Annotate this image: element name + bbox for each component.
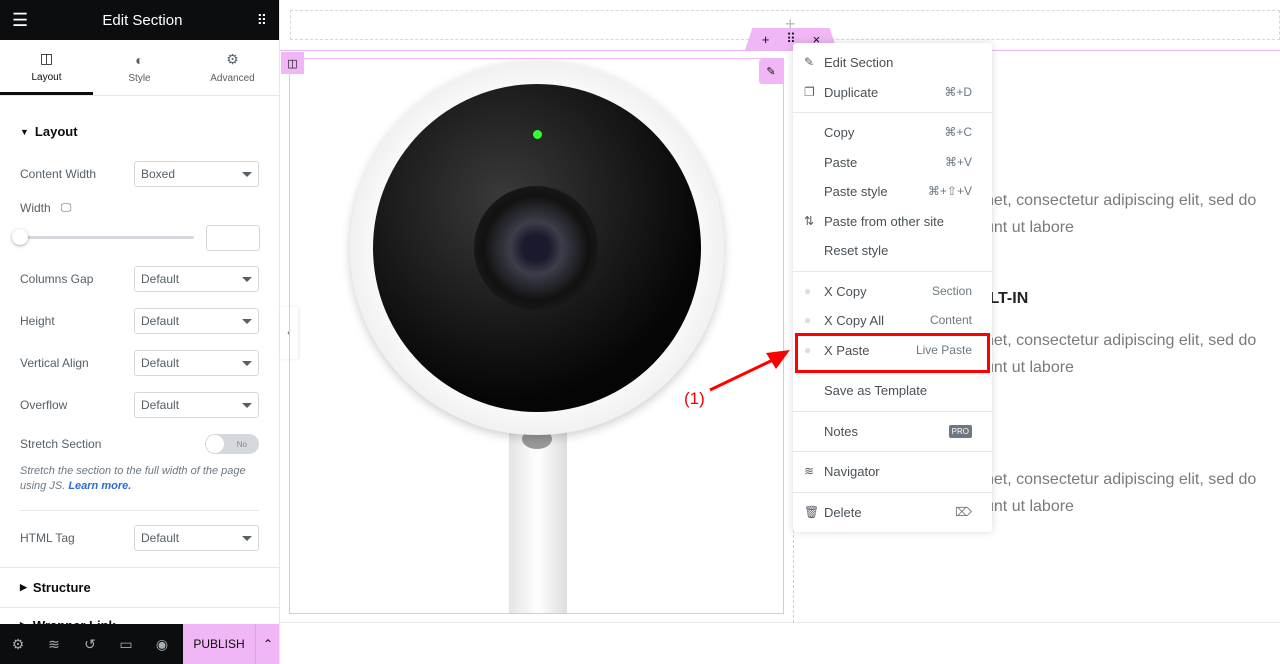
caret-right-icon: ▶ — [20, 582, 27, 592]
columns-gap-label: Columns Gap — [20, 272, 94, 286]
settings-icon[interactable]: ⚙ — [0, 636, 36, 653]
content-text: net, consectetur adipiscing elit, sed do… — [985, 192, 1257, 236]
camera-image — [290, 59, 783, 613]
menu-item-paste-style[interactable]: Paste style ⌘+⇧+V — [793, 178, 992, 204]
caret-down-icon — [242, 276, 252, 282]
menu-item-notes[interactable]: Notes PRO — [793, 418, 992, 444]
width-slider-handle[interactable] — [12, 229, 28, 245]
pencil-icon: ✎ — [804, 55, 815, 69]
caret-down-icon: ▼ — [20, 126, 29, 137]
delete-key-icon: ⌦ — [955, 505, 972, 519]
tab-label: Advanced — [210, 73, 255, 84]
tab-advanced[interactable]: ⚙ Advanced — [186, 40, 279, 95]
annotation-arrow — [709, 350, 790, 392]
html-tag-label: HTML Tag — [20, 531, 75, 545]
panel-header: ☰ Edit Section ⠿ — [0, 0, 279, 40]
select-value: Default — [141, 531, 180, 545]
vertical-align-label: Vertical Align — [20, 356, 89, 370]
height-select[interactable]: Default — [134, 308, 259, 334]
section-layout-toggle[interactable]: ▼ Layout — [0, 124, 98, 139]
caret-down-icon — [242, 535, 252, 541]
preview-eye-icon[interactable]: ◉ — [144, 636, 180, 653]
width-label: Width — [20, 201, 51, 215]
hamburger-menu-icon[interactable]: ☰ — [12, 10, 28, 31]
bottom-toolbar: ⚙ ≋ ↺ ▭ ◉ PUBLISH ⌃ — [0, 624, 279, 664]
vertical-align-select[interactable]: Default — [134, 350, 259, 376]
add-section-plus-icon[interactable]: + — [762, 32, 770, 47]
stretch-section-toggle[interactable]: No — [205, 434, 259, 454]
html-tag-select[interactable]: Default — [134, 525, 259, 551]
width-input[interactable] — [206, 225, 260, 251]
image-column[interactable] — [289, 58, 784, 614]
menu-item-reset-style[interactable]: Reset style — [793, 237, 992, 263]
section-structure-toggle[interactable]: ▶ Structure — [0, 580, 111, 595]
content-text: net, consectetur adipiscing elit, sed do… — [985, 332, 1257, 376]
content-text: net, consectetur adipiscing elit, sed do… — [985, 471, 1257, 515]
menu-item-paste-from-other-site[interactable]: ⇅ Paste from other site — [793, 208, 992, 234]
navigator-layers-icon[interactable]: ≋ — [36, 636, 72, 653]
column-handle-icon[interactable]: ◫ — [281, 52, 304, 74]
tab-label: Layout — [31, 71, 62, 83]
widgets-grid-icon[interactable]: ⠿ — [257, 12, 267, 29]
gear-icon: ⚙ — [226, 51, 239, 67]
tab-label: Style — [128, 72, 151, 84]
content-width-label: Content Width — [20, 167, 97, 181]
caret-down-icon — [242, 402, 252, 408]
caret-down-icon — [242, 360, 252, 366]
menu-item-paste[interactable]: Paste ⌘+V — [793, 149, 992, 175]
desktop-icon[interactable]: 🖵 — [61, 202, 72, 215]
toggle-label: No — [236, 439, 247, 449]
stretch-help-text: Stretch the section to the full width of… — [20, 464, 260, 494]
height-label: Height — [20, 314, 55, 328]
section-title: Layout — [34, 124, 78, 139]
panel-title: Edit Section — [102, 11, 183, 29]
stretch-section-label: Stretch Section — [20, 437, 102, 451]
menu-item-duplicate[interactable]: ❐ Duplicate ⌘+D — [793, 79, 992, 105]
menu-item-edit-section[interactable]: ✎ Edit Section — [793, 49, 992, 75]
tab-layout[interactable]: ◫ Layout — [0, 40, 93, 95]
columns-icon: ◫ — [39, 49, 54, 66]
responsive-mode-icon[interactable]: ▭ — [108, 636, 144, 653]
select-value: Default — [141, 272, 180, 286]
menu-item-navigator[interactable]: ≋ Navigator — [793, 458, 992, 484]
contrast-icon: ◐ — [135, 51, 144, 68]
pro-badge: PRO — [948, 424, 972, 438]
history-icon[interactable]: ↺ — [72, 636, 108, 653]
editor-panel: ☰ Edit Section ⠿ ◫ Layout ◐ Style ⚙ Advance… — [0, 0, 280, 664]
x-copy-logo-icon: ● — [804, 284, 812, 298]
overflow-label: Overflow — [20, 398, 68, 412]
x-copy-logo-icon: ● — [804, 313, 812, 327]
tab-style[interactable]: ◐ Style — [93, 40, 186, 95]
context-menu: ✎ Edit Section ❐ Duplicate ⌘+D Copy ⌘+C Past… — [793, 43, 992, 532]
menu-item-copy[interactable]: Copy ⌘+C — [793, 119, 992, 145]
edit-widget-pencil-icon[interactable]: ✎ — [759, 59, 783, 84]
publish-options-chevron-up-icon[interactable]: ⌃ — [255, 624, 279, 664]
annotation-label: (1) — [684, 389, 705, 408]
width-slider[interactable] — [20, 236, 194, 239]
caret-down-icon — [242, 318, 252, 324]
highlight-box — [795, 333, 990, 373]
duplicate-icon: ❐ — [804, 85, 815, 99]
overflow-select[interactable]: Default — [134, 392, 259, 418]
publish-button[interactable]: PUBLISH — [183, 624, 255, 664]
menu-item-x-copy[interactable]: ● X Copy Section — [793, 278, 992, 304]
select-value: Default — [141, 314, 180, 328]
menu-item-delete[interactable]: 🗑 Delete ⌦ — [793, 499, 992, 525]
select-value: Default — [141, 356, 180, 370]
select-value: Boxed — [141, 167, 176, 181]
columns-gap-select[interactable]: Default — [134, 266, 259, 292]
add-plus-icon[interactable]: + — [785, 14, 796, 35]
learn-more-link[interactable]: Learn more. — [68, 480, 131, 492]
content-width-select[interactable]: Boxed — [134, 161, 259, 187]
paste-arrows-icon: ⇅ — [804, 214, 815, 228]
caret-down-icon — [242, 171, 252, 177]
divider — [20, 510, 259, 511]
help-text: Stretch the section to the full width of… — [20, 465, 246, 492]
trash-icon: 🗑 — [804, 505, 820, 519]
select-value: Default — [141, 398, 180, 412]
section-title: Structure — [32, 580, 91, 595]
menu-item-x-copy-all[interactable]: ● X Copy All Content — [793, 307, 992, 333]
layers-icon: ≋ — [804, 464, 815, 478]
menu-item-save-as-template[interactable]: Save as Template — [793, 377, 992, 403]
